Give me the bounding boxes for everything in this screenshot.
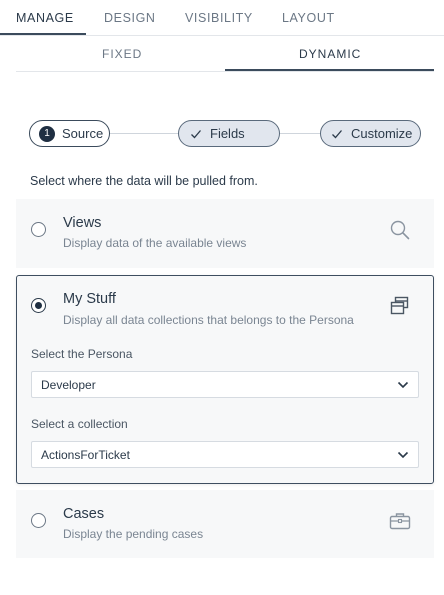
step-number-badge: 1 [39, 125, 55, 142]
collection-select[interactable]: ActionsForTicket [31, 441, 419, 468]
tab-design[interactable]: DESIGN [104, 11, 156, 25]
instruction-text: Select where the data will be pulled fro… [30, 174, 258, 188]
my-stuff-radio[interactable] [31, 298, 46, 313]
stacked-windows-icon [390, 296, 409, 315]
step-label: Customize [351, 126, 413, 141]
step-label: Source [62, 126, 104, 141]
tab-manage[interactable]: MANAGE [16, 11, 74, 25]
step-label: Fields [210, 126, 245, 141]
step-customize[interactable]: Customize [320, 120, 421, 147]
search-icon [390, 220, 410, 240]
step-connector [280, 133, 320, 134]
tab-fixed[interactable]: FIXED [102, 47, 142, 61]
tab-dynamic[interactable]: DYNAMIC [299, 47, 361, 61]
check-icon [332, 129, 342, 138]
wizard-stepper: 1 Source Fields Customize [29, 120, 421, 147]
chevron-down-icon [397, 451, 409, 459]
persona-select-value: Developer [41, 378, 96, 392]
tab-visibility[interactable]: VISIBILITY [185, 11, 253, 25]
option-card-views[interactable]: Views Display data of the available view… [16, 199, 434, 268]
collection-select-value: ActionsForTicket [41, 448, 130, 462]
active-tab-indicator [0, 33, 86, 35]
option-description: Display data of the available views [63, 236, 247, 250]
active-subtab-indicator [225, 69, 434, 71]
step-fields[interactable]: Fields [178, 120, 280, 147]
briefcase-icon [389, 513, 411, 530]
top-tab-bar: MANAGE DESIGN VISIBILITY LAYOUT [0, 0, 444, 36]
views-radio[interactable] [31, 222, 46, 237]
option-title: Cases [63, 506, 105, 522]
option-card-my-stuff[interactable]: My Stuff Display all data collections th… [16, 275, 434, 484]
chevron-down-icon [397, 381, 409, 389]
check-icon [191, 129, 201, 138]
option-description: Display all data collections that belong… [63, 313, 354, 327]
cases-radio[interactable] [31, 513, 46, 528]
option-title: My Stuff [63, 291, 116, 307]
option-card-cases[interactable]: Cases Display the pending cases [16, 490, 434, 558]
collection-label: Select a collection [31, 417, 128, 431]
option-description: Display the pending cases [63, 527, 204, 541]
step-connector [110, 133, 178, 134]
option-title: Views [63, 215, 102, 231]
tab-layout[interactable]: LAYOUT [282, 11, 335, 25]
source-mode-tabs: FIXED DYNAMIC [16, 36, 434, 72]
step-source[interactable]: 1 Source [29, 120, 110, 147]
persona-select[interactable]: Developer [31, 371, 419, 398]
persona-label: Select the Persona [31, 347, 133, 361]
